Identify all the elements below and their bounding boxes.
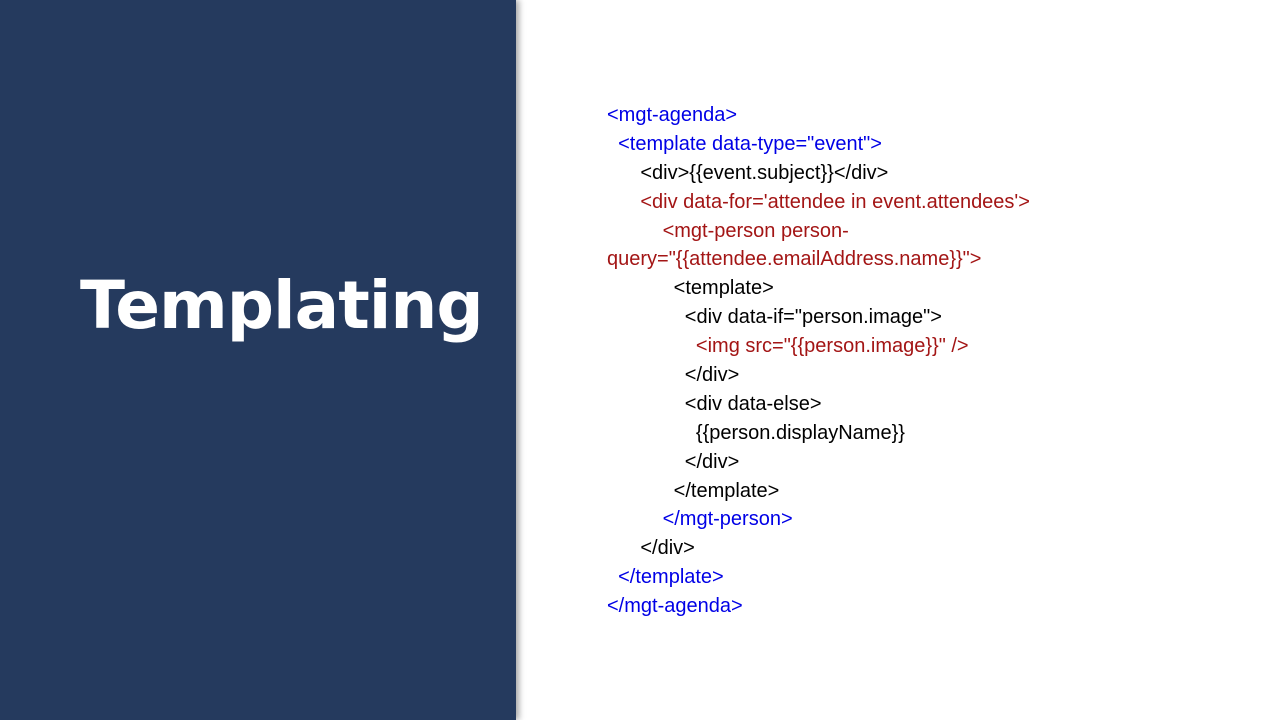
code-line: </div> <box>607 450 740 473</box>
code-line: <template data-type="event"> <box>607 132 882 155</box>
slide-title: Templating <box>80 267 484 344</box>
code-line: <template> <box>607 277 774 300</box>
code-line: <mgt-person person- <box>607 219 849 242</box>
code-line: <div data-else> <box>607 392 822 415</box>
code-line: <mgt-agenda> <box>607 104 738 126</box>
code-line: <img src="{{person.image}}" /> <box>607 335 969 358</box>
code-line: </mgt-person> <box>607 508 793 531</box>
code-line: <div>{{event.subject}}</div> <box>607 161 889 184</box>
code-line: </div> <box>607 537 695 560</box>
code-line: <div data-for='attendee in event.attende… <box>607 190 1030 213</box>
title-panel: Templating <box>0 0 516 720</box>
code-line: </template> <box>607 479 780 502</box>
code-block: <mgt-agenda> <template data-type="event"… <box>607 101 1227 621</box>
slide: Templating <mgt-agenda> <template data-t… <box>0 0 1280 720</box>
code-line: {{person.displayName}} <box>607 421 905 444</box>
code-line: <div data-if="person.image"> <box>607 306 942 329</box>
code-line: </mgt-agenda> <box>607 595 743 618</box>
code-line: </div> <box>607 364 740 387</box>
code-line: </template> <box>607 566 724 589</box>
code-line: query="{{attendee.emailAddress.name}}"> <box>607 248 982 271</box>
